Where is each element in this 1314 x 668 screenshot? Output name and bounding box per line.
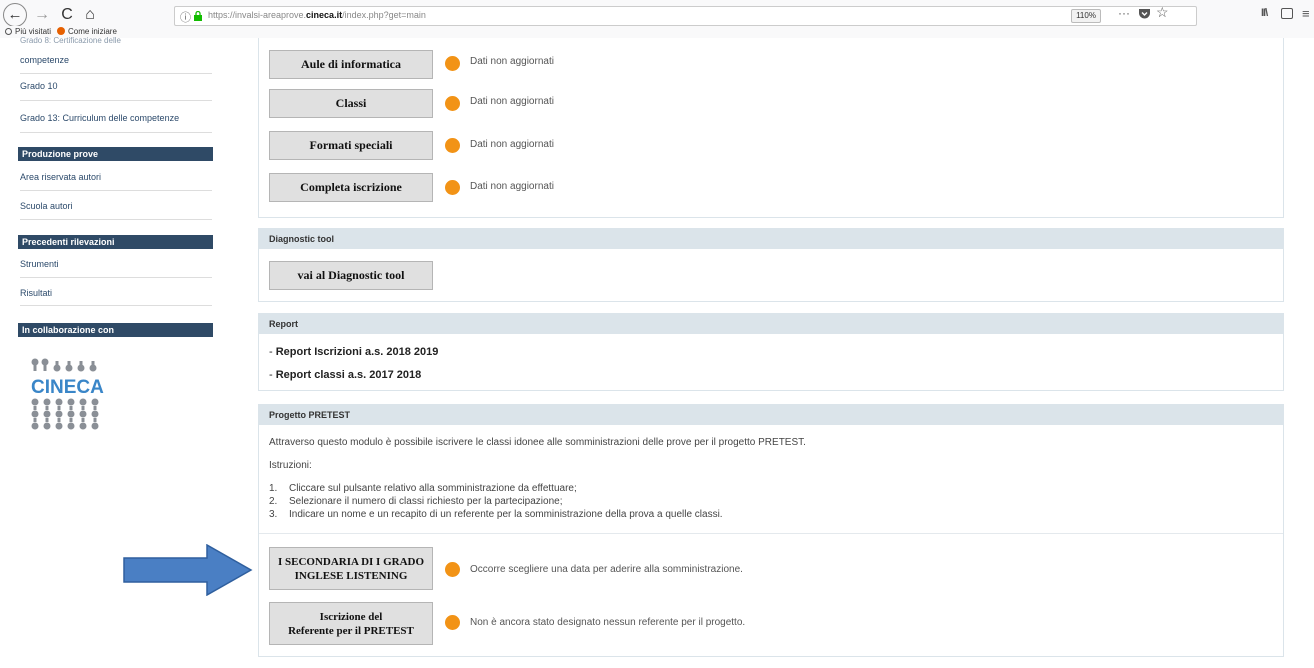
annotation-arrow bbox=[123, 544, 253, 596]
pocket-icon[interactable] bbox=[1138, 8, 1151, 20]
status-text: Dati non aggiornati bbox=[470, 181, 554, 192]
bookmark-getting-started[interactable]: Come iniziare bbox=[57, 27, 117, 36]
sidebar-link-competenze[interactable]: competenze bbox=[20, 48, 212, 74]
report-link[interactable]: - Report Iscrizioni a.s. 2018 2019 bbox=[269, 346, 438, 358]
pretest-intro: Attraverso questo modulo è possibile isc… bbox=[269, 437, 806, 448]
forward-button[interactable]: → bbox=[31, 4, 53, 26]
instruction-step: 2. Selezionare il numero di classi richie… bbox=[269, 496, 563, 507]
iscrizione-referente-button[interactable]: Iscrizione del Referente per il PRETEST bbox=[269, 602, 433, 645]
firefox-icon bbox=[57, 27, 65, 35]
aule-informatica-button[interactable]: Aule di informatica bbox=[269, 50, 433, 79]
zoom-level[interactable]: 110% bbox=[1071, 9, 1101, 23]
status-dot bbox=[445, 562, 460, 577]
button-line: Iscrizione del bbox=[319, 611, 383, 623]
more-actions-icon[interactable]: ··· bbox=[1118, 6, 1130, 20]
status-text: Occorre scegliere una data per aderire a… bbox=[470, 564, 743, 575]
sidebar-link-risultati[interactable]: Risultati bbox=[20, 280, 212, 306]
sidebar-toggle-icon[interactable] bbox=[1281, 8, 1293, 19]
divider bbox=[259, 533, 1283, 534]
sidebar-link-scuola-autori[interactable]: Scuola autori bbox=[20, 193, 212, 220]
bookmark-most-visited[interactable]: Più visitati bbox=[5, 27, 51, 36]
gear-icon bbox=[5, 28, 12, 35]
home-button[interactable]: ⌂ bbox=[79, 4, 101, 26]
classi-button[interactable]: Classi bbox=[269, 89, 433, 118]
status-text: Non è ancora stato designato nessun refe… bbox=[470, 617, 746, 628]
sidebar-heading-precedenti: Precedenti rilevazioni bbox=[18, 235, 213, 249]
info-icon[interactable]: ⓘ bbox=[180, 9, 191, 25]
diagnostic-panel: Diagnostic tool vai al Diagnostic tool bbox=[258, 228, 1284, 302]
secondaria-inglese-listening-button[interactable]: I SECONDARIA DI I GRADO INGLESE LISTENIN… bbox=[269, 547, 433, 590]
reload-button[interactable]: C bbox=[56, 4, 78, 26]
status-dot bbox=[445, 56, 460, 71]
library-icon[interactable]: II\ bbox=[1261, 7, 1268, 19]
cineca-logo-text: CINECA bbox=[31, 377, 104, 398]
hamburger-menu-icon[interactable]: ≡ bbox=[1302, 6, 1310, 21]
status-text: Dati non aggiornati bbox=[470, 96, 554, 107]
address-bar[interactable]: ⓘ https://invalsi-areaprove.cineca.it/in… bbox=[174, 6, 1197, 26]
bookmark-star-icon[interactable]: ☆ bbox=[1156, 4, 1169, 21]
diagnostic-tool-button[interactable]: vai al Diagnostic tool bbox=[269, 261, 433, 290]
button-line: Referente per il PRETEST bbox=[288, 625, 414, 637]
status-text: Dati non aggiornati bbox=[470, 56, 554, 67]
status-dot bbox=[445, 180, 460, 195]
button-line: I SECONDARIA DI I GRADO bbox=[277, 556, 425, 568]
sidebar-link-grado8[interactable]: Grado 8: Certificazione delle bbox=[20, 36, 212, 48]
instruction-step: 3. Indicare un nome e un recapito di un r… bbox=[269, 509, 723, 520]
url-text: https://invalsi-areaprove.cineca.it/inde… bbox=[208, 10, 426, 20]
status-dot bbox=[445, 138, 460, 153]
panel-title: Report bbox=[259, 314, 1283, 334]
report-panel: Report - Report Iscrizioni a.s. 2018 201… bbox=[258, 313, 1284, 391]
back-button[interactable]: ← bbox=[3, 3, 27, 27]
pretest-panel: Progetto PRETEST Attraverso questo modul… bbox=[258, 404, 1284, 657]
status-dot bbox=[445, 615, 460, 630]
completa-iscrizione-button[interactable]: Completa iscrizione bbox=[269, 173, 433, 202]
formati-speciali-button[interactable]: Formati speciali bbox=[269, 131, 433, 160]
panel-title: Diagnostic tool bbox=[259, 229, 1283, 249]
instruction-step: 1. Cliccare sul pulsante relativo alla so… bbox=[269, 483, 577, 494]
status-dot bbox=[445, 96, 460, 111]
button-line: INGLESE LISTENING bbox=[294, 570, 408, 582]
panel-title: Progetto PRETEST bbox=[259, 405, 1283, 425]
registration-panel: Aule di informatica Dati non aggiornati … bbox=[258, 38, 1284, 218]
lock-icon bbox=[194, 11, 202, 21]
instructions-label: Istruzioni: bbox=[269, 460, 312, 471]
sidebar-heading-collaborazione: In collaborazione con bbox=[18, 323, 213, 337]
sidebar-link-grado13[interactable]: Grado 13: Curriculum delle competenze bbox=[20, 104, 212, 133]
sidebar-link-strumenti[interactable]: Strumenti bbox=[20, 252, 212, 278]
report-link[interactable]: - Report classi a.s. 2017 2018 bbox=[269, 369, 421, 381]
sidebar-heading-produzione: Produzione prove bbox=[18, 147, 213, 161]
sidebar-link-grado10[interactable]: Grado 10 bbox=[20, 74, 212, 101]
sidebar-link-area-autori[interactable]: Area riservata autori bbox=[20, 165, 212, 191]
status-text: Dati non aggiornati bbox=[470, 139, 554, 150]
cineca-logo[interactable]: CINECA bbox=[31, 358, 111, 438]
